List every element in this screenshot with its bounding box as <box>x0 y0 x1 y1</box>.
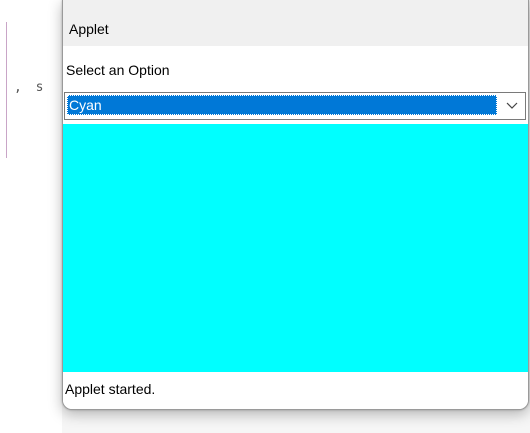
background-editor: , s <box>0 0 62 433</box>
chevron-down-icon[interactable] <box>505 98 519 112</box>
code-fragment: , s <box>14 80 47 95</box>
title-bar[interactable]: Applet <box>63 0 528 46</box>
editor-margin-line <box>6 22 7 158</box>
window-title: Applet <box>69 21 109 37</box>
option-label: Select an Option <box>66 62 170 78</box>
color-choice-dropdown[interactable]: Cyan <box>64 92 526 120</box>
status-text: Applet started. <box>65 381 156 397</box>
selected-option[interactable]: Cyan <box>67 95 497 115</box>
color-canvas <box>63 124 528 372</box>
applet-window: Applet Select an Option Cyan Applet star… <box>62 0 529 410</box>
status-bar: Applet started. <box>63 372 528 409</box>
